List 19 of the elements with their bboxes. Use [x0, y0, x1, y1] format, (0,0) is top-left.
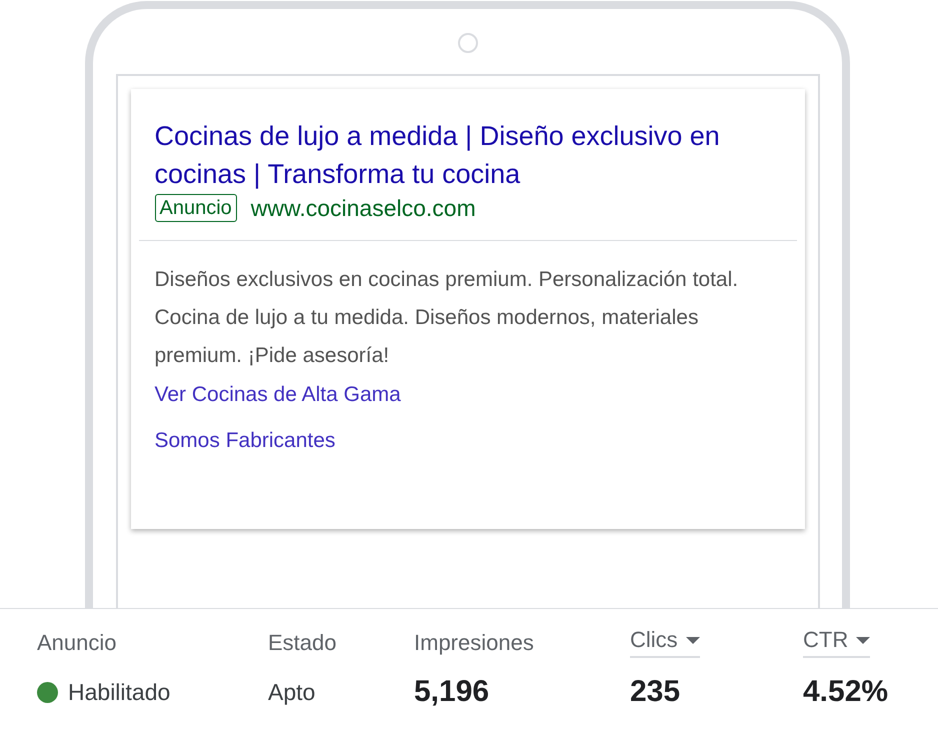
ad-badge: Anuncio — [154, 194, 237, 222]
column-header: Estado — [268, 629, 336, 657]
ad-description: Diseños exclusivos en cocinas premium. Personalización total. Cocina de lujo a tu medida. Diseños modernos, materiales premium. ¡Pide asesoría! — [154, 267, 740, 369]
table-cell: 5,196 — [414, 675, 490, 709]
camera-icon — [458, 33, 478, 53]
column-header[interactable]: CTR — [803, 625, 870, 658]
table-cell: 4.52% — [803, 675, 888, 709]
ad-headline-link[interactable]: Cocinas de lujo a medida | Diseño exclusivo en cocinas | Transforma tu cocina — [154, 117, 794, 193]
column-header: Impresiones — [414, 629, 534, 657]
status-label: Habilitado — [68, 678, 170, 706]
display-url: www.cocinaselco.com — [250, 194, 476, 222]
caret-icon — [856, 636, 870, 644]
caret-icon — [686, 636, 700, 644]
sitelink[interactable]: Somos Fabricantes — [154, 429, 780, 453]
table-cell: 235 — [630, 675, 680, 709]
sitelink[interactable]: Ver Cocinas de Alta Gama — [154, 383, 780, 407]
column-header[interactable]: Clics — [630, 625, 700, 658]
column-header: Anuncio — [37, 629, 117, 657]
table-cell: Apto — [268, 678, 316, 706]
